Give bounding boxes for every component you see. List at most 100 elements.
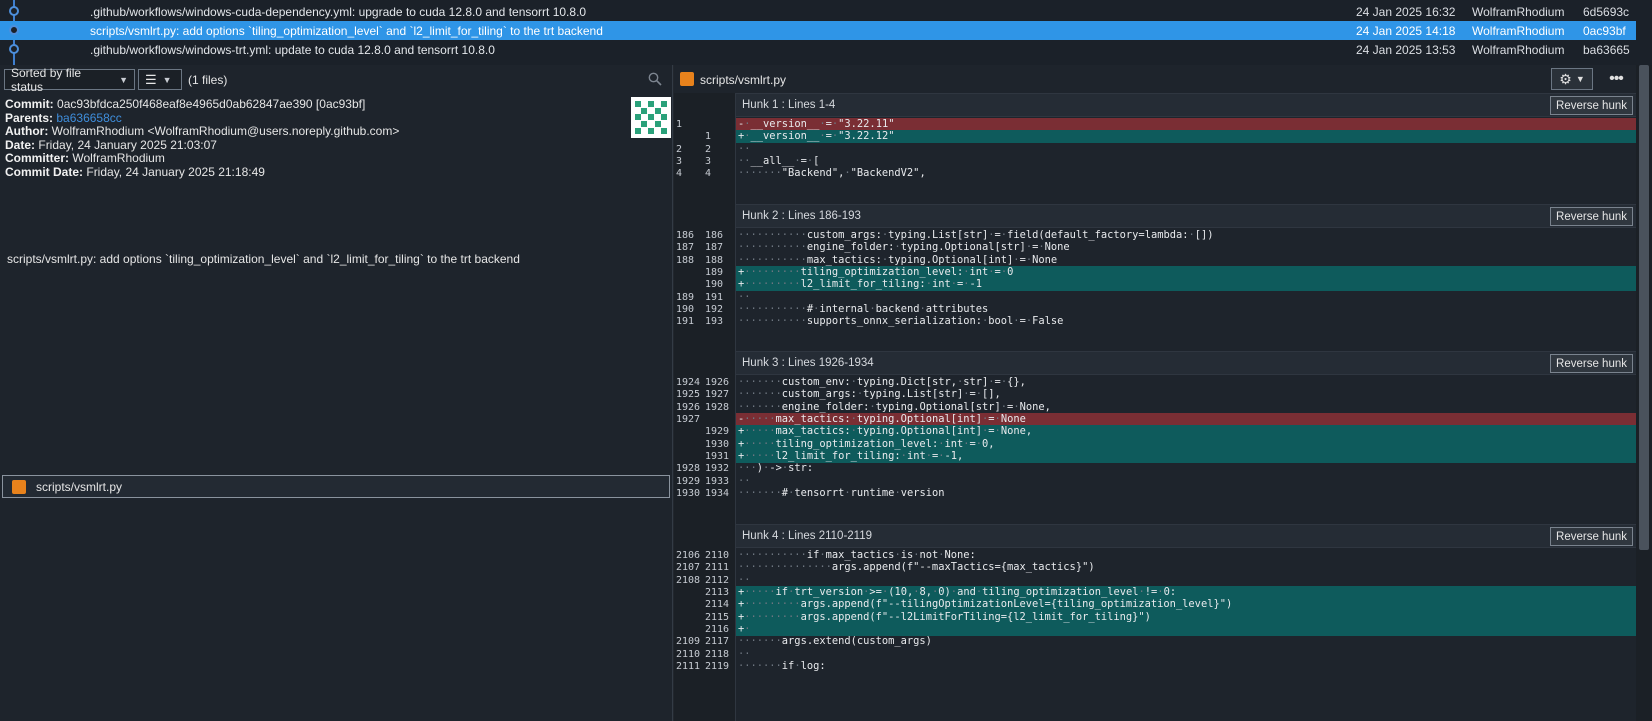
commit-message: scripts/vsmlrt.py: add options `tiling_o…: [90, 23, 603, 38]
new-line-number: 1926: [705, 377, 730, 388]
commit-row-selected[interactable]: scripts/vsmlrt.py: add options `tiling_o…: [0, 21, 1636, 40]
code-text: +·__version__·=·"3.22.12": [738, 130, 895, 143]
reverse-hunk-button[interactable]: Reverse hunk: [1550, 354, 1633, 373]
context-line: 2106 2110 ···········if·max_tactics·is·not…: [674, 549, 1636, 562]
context-line: 2109 2117 ·······args.extend(custom_args): [674, 635, 1636, 648]
committer-label: Committer:: [5, 151, 70, 165]
old-line-number: 2111: [676, 661, 701, 673]
context-line: 4 4 ·······"Backend",·"BackendV2",: [674, 167, 1636, 180]
code-text: ·······custom_args:·typing.List[str]·=·[…: [738, 388, 1001, 401]
code-text: +·········l2_limit_for_tiling:·int·=·-1: [738, 278, 983, 291]
old-line-number: 1927: [676, 414, 701, 426]
commit-date: 24 Jan 2025 14:18: [1356, 23, 1456, 38]
code-text: ·······if·log:: [738, 660, 826, 673]
code-text: ··: [738, 647, 751, 660]
new-line-number: 1928: [705, 401, 730, 413]
avatar: [631, 97, 671, 138]
removed-line: 1 -·__version__·=·"3.22.11": [674, 118, 1636, 131]
commit-date: 24 Jan 2025 13:53: [1356, 42, 1456, 57]
old-line-number: 2110: [676, 648, 701, 660]
reverse-hunk-button[interactable]: Reverse hunk: [1550, 527, 1633, 546]
context-line: 188 188 ···········max_tactics:·typing.Opt…: [674, 254, 1636, 267]
date-row: Date: Friday, 24 January 2025 21:03:07: [5, 137, 625, 153]
new-line-number: 1932: [705, 463, 730, 475]
added-line: 189 +·········tiling_optimization_level:·…: [674, 266, 1636, 280]
diff-file-title: scripts/vsmlrt.py: [700, 73, 787, 87]
added-line: 190 +·········l2_limit_for_tiling:·int·=·…: [674, 278, 1636, 292]
commit-author: WolframRhodium: [1472, 4, 1565, 19]
code-text: ···············args.append(f"--maxTactic…: [738, 561, 1095, 574]
old-line-number: 1929: [676, 475, 701, 487]
new-line-number: 1927: [705, 389, 730, 401]
new-line-number: 189: [705, 267, 724, 279]
diff-scrollbar-thumb[interactable]: [1639, 65, 1649, 550]
modified-file-icon: [680, 72, 694, 86]
hunk-title: Hunk 3 : Lines 1926-1934: [742, 357, 874, 369]
author-label: Author:: [5, 124, 49, 138]
code-text: ··: [738, 142, 751, 155]
diff-scrollbar[interactable]: [1636, 65, 1652, 721]
commit-full-message: scripts/vsmlrt.py: add options `tiling_o…: [7, 252, 520, 266]
added-line: 1931 +·····l2_limit_for_tiling:·int·=·-1,: [674, 450, 1636, 464]
new-line-number: 1: [705, 131, 712, 143]
list-icon: ☰: [145, 71, 157, 87]
old-line-number: 2106: [676, 550, 701, 561]
old-line-number: 2109: [676, 636, 701, 648]
code-text: +·: [738, 623, 751, 636]
date-label: Date:: [5, 137, 36, 152]
more-icon[interactable]: •••: [1602, 68, 1630, 90]
code-text: +·····max_tactics:·typing.Optional[int]·…: [738, 425, 1033, 438]
code-text: ·······#·tensorrt·runtime·version: [738, 487, 945, 500]
new-line-number: 1929: [705, 426, 730, 438]
commit-message: .github/workflows/windows-cuda-dependenc…: [90, 4, 587, 19]
author-row: Author: WolframRhodium <WolframRhodium@u…: [5, 124, 625, 139]
reverse-hunk-button[interactable]: Reverse hunk: [1550, 207, 1633, 226]
context-line: 1930 1934 ·······#·tensorrt·runtime·versio…: [674, 487, 1636, 500]
old-line-number: 1926: [676, 401, 701, 413]
diff-header: scripts/vsmlrt.py ⚙ ▼ •••: [674, 65, 1636, 93]
commit-date-row: Commit Date: Friday, 24 January 2025 21:…: [5, 165, 625, 180]
commit-history-list[interactable]: .github/workflows/windows-cuda-dependenc…: [0, 0, 1652, 65]
old-line-number: 1925: [676, 389, 701, 401]
context-line: 2107 2111 ···············args.append(f"--m…: [674, 561, 1636, 574]
code-text: ··: [738, 290, 751, 303]
code-text: ···········if·max_tactics·is·not·None:: [738, 549, 976, 561]
code-text: +·····tiling_optimization_level:·int·=·0…: [738, 437, 995, 450]
context-line: 2108 2112 ··: [674, 574, 1636, 587]
new-line-number: 2114: [705, 599, 730, 611]
code-text: ·······custom_env:·typing.Dict[str,·str]…: [738, 376, 1026, 388]
parents-label: Parents:: [5, 110, 54, 125]
new-line-number: 2111: [705, 562, 730, 574]
commit-message: .github/workflows/windows-trt.yml: updat…: [90, 42, 495, 57]
modified-file-icon: [12, 480, 26, 494]
search-icon[interactable]: [648, 72, 662, 86]
context-line: 1926 1928 ·······engine_folder:·typing.Opt…: [674, 401, 1636, 414]
hunk-header: Hunk 1 : Lines 1-4 Reverse hunk: [736, 93, 1636, 117]
added-line: 1 +·__version__·=·"3.22.12": [674, 130, 1636, 144]
context-line: 1928 1932 ···)·->·str:: [674, 462, 1636, 475]
sort-dropdown[interactable]: Sorted by file status ▼: [4, 66, 135, 94]
hunk-title: Hunk 2 : Lines 186-193: [742, 210, 861, 222]
context-line: 3 3 ··__all__·=·[: [674, 155, 1636, 168]
view-mode-dropdown[interactable]: ☰ ▼: [138, 69, 182, 90]
date-value: Friday, 24 January 2025 21:03:07: [38, 137, 217, 152]
commit-label: Commit:: [5, 97, 54, 111]
history-scrollbar[interactable]: [1637, 0, 1652, 65]
commit-row[interactable]: .github/workflows/windows-trt.yml: updat…: [0, 40, 1636, 59]
changed-file-item[interactable]: scripts/vsmlrt.py: [2, 475, 670, 498]
code-text: +·········args.append(f"--l2LimitForTili…: [738, 610, 1151, 623]
commit-info: Commit: 0ac93bfdca250f468eaf8e4965d0ab62…: [5, 97, 625, 180]
line-highlight: [736, 623, 1636, 637]
new-line-number: 1930: [705, 438, 730, 450]
new-line-number: 2117: [705, 636, 730, 648]
diff-settings-button[interactable]: ⚙ ▼: [1551, 68, 1593, 90]
new-line-number: 188: [705, 254, 724, 266]
new-line-number: 2113: [705, 587, 730, 599]
reverse-hunk-button[interactable]: Reverse hunk: [1550, 96, 1633, 115]
added-line: 1929 +·····max_tactics:·typing.Optional[i…: [674, 425, 1636, 439]
parent-commit-link[interactable]: ba636658cc: [56, 111, 121, 125]
commit-row[interactable]: .github/workflows/windows-cuda-dependenc…: [0, 2, 1636, 21]
added-line: 1930 +·····tiling_optimization_level:·int…: [674, 437, 1636, 451]
commit-graph-node: [9, 25, 19, 35]
context-line: 1924 1926 ·······custom_env:·typing.Dict[s…: [674, 376, 1636, 389]
